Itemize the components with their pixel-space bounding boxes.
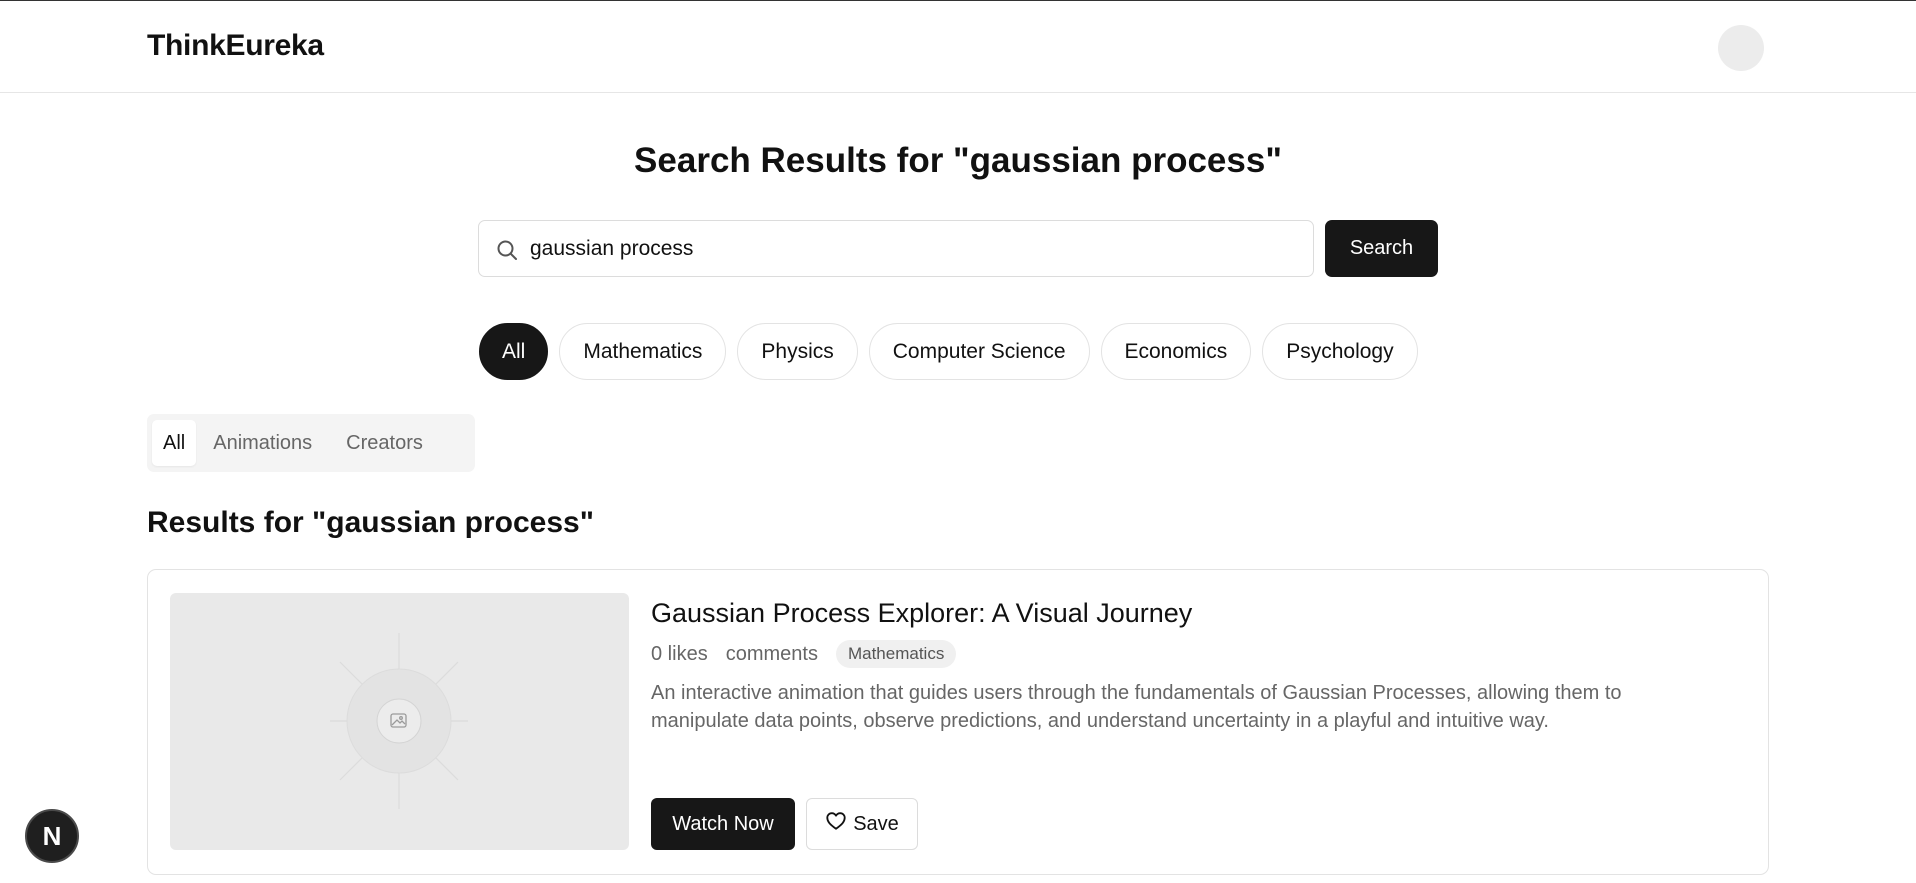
top-nav: ThinkEureka (0, 1, 1916, 93)
result-thumbnail[interactable] (170, 593, 629, 850)
search-icon (495, 238, 519, 262)
result-description: An interactive animation that guides use… (651, 682, 1622, 732)
category-chip-mathematics[interactable]: Mathematics (559, 323, 727, 380)
heart-icon (825, 810, 847, 838)
save-button[interactable]: Save (806, 798, 918, 850)
user-avatar[interactable] (1718, 25, 1764, 71)
category-chip-economics[interactable]: Economics (1100, 323, 1252, 380)
category-badge: Mathematics (835, 640, 957, 668)
dev-tools-badge[interactable]: N (25, 809, 79, 863)
result-type-tabs: All Animations Creators (147, 414, 475, 472)
save-label: Save (853, 812, 899, 835)
likes-count: 0 likes (651, 642, 708, 665)
watch-now-button[interactable]: Watch Now (651, 798, 795, 850)
category-chip-psychology[interactable]: Psychology (1262, 323, 1418, 380)
results-heading: Results for "gaussian process" (147, 506, 594, 539)
search-button[interactable]: Search (1325, 220, 1438, 277)
result-title[interactable]: Gaussian Process Explorer: A Visual Jour… (651, 598, 1192, 629)
brand-logo[interactable]: ThinkEureka (147, 29, 324, 63)
tab-animations[interactable]: Animations (196, 420, 329, 466)
result-meta: 0 likes comments Mathematics (651, 640, 957, 668)
page-title: Search Results for "gaussian process" (634, 141, 1282, 180)
tab-all[interactable]: All (152, 420, 197, 466)
comments-count: comments (725, 642, 818, 665)
tab-creators[interactable]: Creators (329, 420, 440, 466)
dev-badge-letter: N (42, 820, 62, 851)
search-field[interactable] (478, 220, 1314, 277)
category-chip-all[interactable]: All (479, 323, 549, 380)
category-chip-computer-science[interactable]: Computer Science (868, 323, 1090, 380)
result-card: Gaussian Process Explorer: A Visual Jour… (147, 569, 1769, 875)
category-chip-physics[interactable]: Physics (737, 323, 858, 380)
search-input[interactable] (530, 221, 1290, 276)
category-filters: All Mathematics Physics Computer Science… (479, 323, 1418, 380)
